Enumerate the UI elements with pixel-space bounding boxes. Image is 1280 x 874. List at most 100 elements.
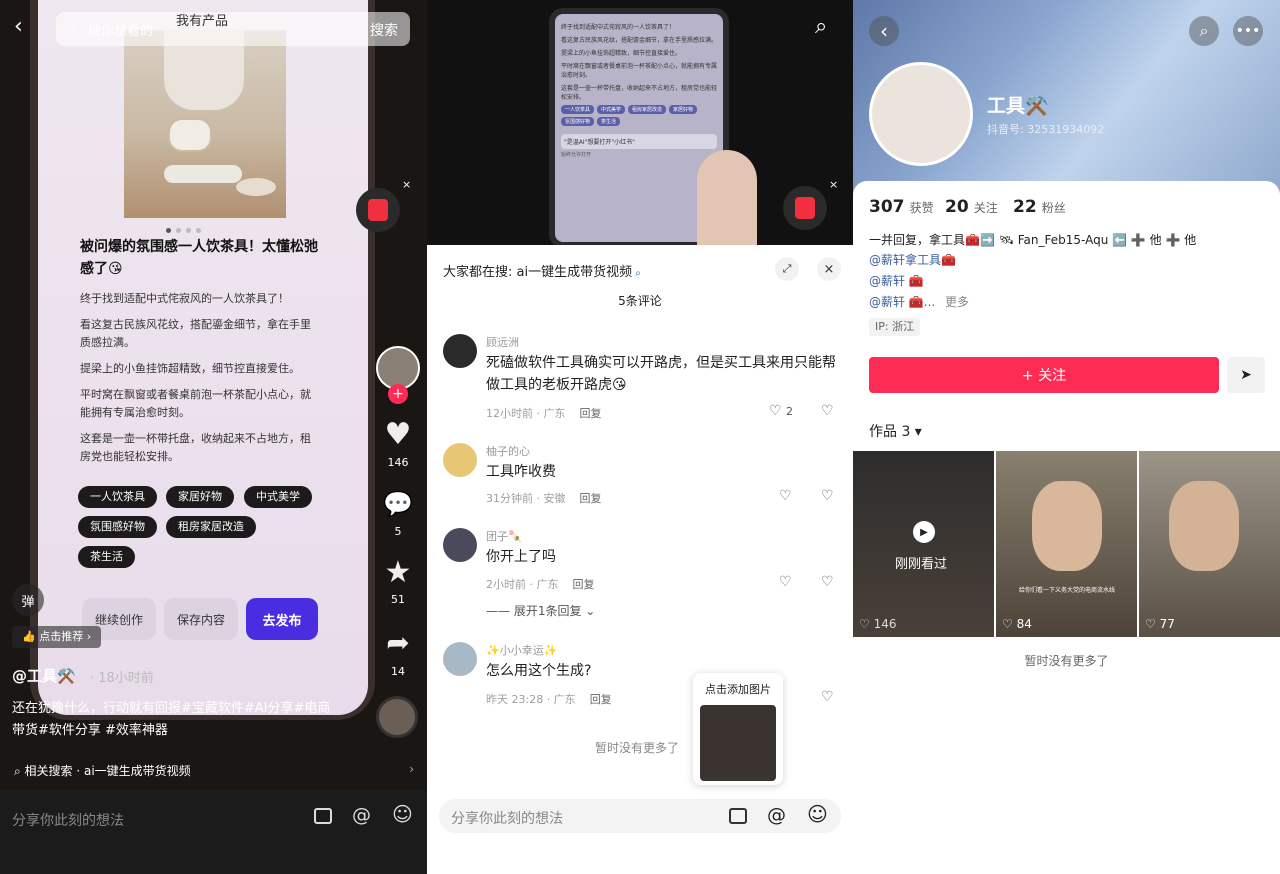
avatar[interactable] [443,443,477,477]
reply-button[interactable]: 回复 [580,492,602,505]
more-icon[interactable]: ••• [1233,16,1263,46]
follow-button[interactable]: + 关注 [869,357,1219,393]
comment-user[interactable]: ✨小小幸运✨ [486,642,557,658]
search-bar[interactable]: ⌕ 搜你想看的 搜索 [56,12,410,46]
search-hint[interactable]: 大家都在搜: ai一键生成带货视频 ⌕ [443,261,641,280]
publish-button[interactable]: 去发布 [246,598,318,640]
share-icon[interactable]: ➦ [380,624,416,660]
comment-user[interactable]: 柚子的心 [486,443,530,459]
search-placeholder: 搜你想看的 [88,24,154,39]
video-thumbnail[interactable]: ♡ 77 [1139,451,1280,637]
add-image-popup[interactable]: 点击添加图片 [693,673,783,785]
video-thumbnail[interactable]: ▶ 刚刚看过 ♡ 146 [853,451,994,637]
emoji-icon[interactable]: ☺ [807,802,828,826]
comment-user[interactable]: 团子🍡 [486,528,522,544]
comment-input[interactable]: 分享你此刻的想法 [12,810,124,830]
comment-user[interactable]: 顾远洲 [486,334,519,350]
more-link[interactable]: 更多 [945,295,969,309]
avatar[interactable] [443,642,477,676]
post-body: 被问爆的氛围感一人饮茶具！太懂松弛感了😘 终于找到适配中式侘寂风的一人饮茶具了！… [80,236,320,466]
share-count: 14 [391,665,405,678]
expand-icon[interactable]: ⤢ [775,257,799,281]
topic-tag[interactable]: 中式美学 [244,486,312,508]
hand [697,150,757,245]
douyin-id[interactable]: 抖音号: 32531934092 [987,121,1104,137]
topic-tag[interactable]: 一人饮茶具 [78,486,157,508]
related-search[interactable]: ⌕ 相关搜索 · ai一键生成带货视频 › [14,762,414,779]
send-message-icon[interactable]: ➤ [1227,357,1265,393]
post-paragraph: 提梁上的小鱼挂饰超精致，细节控直接爱住。 [80,362,300,375]
watched-label: 刚刚看过 [895,557,948,572]
stat-likes[interactable]: 307 获赞 [869,197,934,217]
heart-icon[interactable]: ♥ [380,416,416,452]
emoji-icon[interactable]: ☺ [392,802,413,826]
ip-badge: IP: 浙江 [869,318,921,336]
carousel-dots [166,228,201,233]
profile-avatar[interactable] [869,62,973,166]
comment-text: 死磕做软件工具确实可以开路虎，但是买工具来用只能帮做工具的老板开路虎😘 [486,355,836,393]
comment-sheet: 大家都在搜: ai一键生成带货视频 ⌕ ⤢ × 5条评论 顾远洲 死磕做软件工具… [427,245,853,874]
topic-tag[interactable]: 租房家居改造 [166,516,256,538]
comment-input[interactable]: 分享你此刻的想法 [451,808,563,828]
no-more-text: 暂时没有更多了 [595,741,680,755]
recommend-chip[interactable]: 👍 点击推荐 › [12,626,102,648]
author-name[interactable]: @工具⚒️ [12,665,76,686]
save-content-button[interactable]: 保存内容 [164,598,238,640]
video-thumbnail[interactable]: 给你们看一下义务大党的电商流水线 ♡ 84 [996,451,1137,637]
search-icon[interactable]: ⌕ [1189,16,1219,46]
red-packet-icon[interactable] [356,188,400,232]
danmu-toggle[interactable]: 弹 [12,584,44,616]
search-icon: ⌕ [70,20,78,36]
search-icon[interactable]: ⌕ [815,14,827,39]
stat-following[interactable]: 20 关注 [945,197,998,217]
star-icon[interactable]: ★ [380,554,416,590]
reply-button[interactable]: 回复 [580,407,602,420]
avatar[interactable] [443,528,477,562]
thumb-caption: 给你们看一下义务大党的电商流水线 [1018,587,1115,594]
image-icon[interactable] [314,808,332,824]
avatar[interactable] [443,334,477,368]
heart-icon[interactable]: ♡ [779,574,792,590]
bio-mention[interactable]: @薪轩拿工具🧰 [869,251,956,268]
reply-button[interactable]: 回复 [590,693,612,706]
dislike-icon[interactable]: ♡ [821,403,834,419]
bio-line: 一并回复，拿工具🧰➡️ 🛰 Fan_Feb15-Aqu ⬅️ ➕ 他 ➕ 他 [869,233,1197,247]
reply-button[interactable]: 回复 [573,578,595,591]
topic-tag[interactable]: 茶生活 [78,546,135,568]
topic-tag[interactable]: 氛围感好物 [78,516,157,538]
red-packet-icon[interactable] [783,186,827,230]
expand-replies[interactable]: —— 展开1条回复 ⌄ [486,602,595,619]
like-count: 146 [387,456,409,469]
face [1169,481,1239,571]
play-icon: ▶ [913,521,935,543]
favorite-count: 51 [391,593,405,606]
post-paragraph: 平时窝在飘窗或者餐桌前泡一杯茶配小点心，就能拥有专属治愈时刻。 [80,388,311,419]
close-icon[interactable]: × [817,257,841,281]
heart-icon[interactable]: ♡ 2 [769,403,793,419]
follow-plus-icon[interactable]: + [388,384,408,404]
comment-item: 顾远洲 死磕做软件工具确实可以开路虎，但是买工具来用只能帮做工具的老板开路虎😘 … [443,334,843,424]
back-icon[interactable]: ‹ [869,16,899,46]
at-icon[interactable]: @ [767,804,786,826]
close-icon[interactable]: × [402,178,411,191]
close-icon[interactable]: × [829,178,838,191]
comment-item: 团子🍡 你开上了吗 2小时前 · 广东 回复 ♡ ♡ —— 展开1条回复 ⌄ [443,528,843,618]
back-icon[interactable]: ‹ [14,14,23,39]
bio-mention[interactable]: @薪轩 🧰... 更多 [869,293,969,310]
image-icon[interactable] [729,808,747,824]
dislike-icon[interactable]: ♡ [821,689,834,705]
at-icon[interactable]: @ [352,804,371,826]
bio-mention[interactable]: @薪轩 🧰 [869,272,924,289]
comments-panel: 终于找到适配中式侘寂风的一人饮茶具了！ 看这复古民族风花纹，搭配鎏金细节，拿在手… [427,0,853,874]
dislike-icon[interactable]: ♡ [821,488,834,504]
no-more-text: 暂时没有更多了 [1024,654,1109,668]
heart-icon[interactable]: ♡ [779,488,792,504]
search-button[interactable]: 搜索 [370,20,398,40]
topic-tag[interactable]: 家居好物 [166,486,234,508]
video-panel: ⌕ 搜你想看的 搜索 ‹ 我有产品 被问爆的氛围感一人饮茶具！太懂松弛感了😘 终… [0,0,427,874]
comment-icon[interactable]: 💬 [380,488,416,520]
music-disc[interactable] [376,696,418,738]
stat-followers[interactable]: 22 粉丝 [1013,197,1066,217]
works-tab[interactable]: 作品 3 ▾ [869,421,922,441]
dislike-icon[interactable]: ♡ [821,574,834,590]
